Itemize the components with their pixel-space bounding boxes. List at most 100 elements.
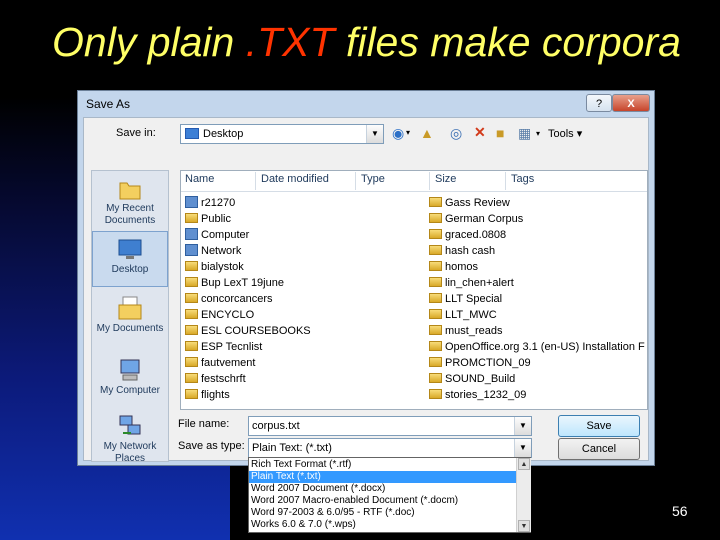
item-label: ENCYCLO	[201, 309, 255, 321]
list-item[interactable]: stories_1232_09	[429, 387, 526, 403]
desktop-folder-icon	[185, 128, 199, 139]
folder-icon	[429, 293, 442, 303]
list-item[interactable]: ESP Tecnlist	[185, 339, 262, 355]
up-folder-icon[interactable]: ▲	[420, 125, 434, 141]
column-header-type[interactable]: Type	[361, 173, 385, 185]
column-divider[interactable]	[505, 172, 506, 190]
views-icon[interactable]: ▦	[518, 125, 531, 141]
column-header-tags[interactable]: Tags	[511, 173, 534, 185]
column-divider[interactable]	[355, 172, 356, 190]
item-label: LLT_MWC	[445, 309, 497, 321]
type-dropdown-list[interactable]: Rich Text Format (*.rtf) Plain Text (*.t…	[248, 457, 531, 533]
type-option-selected[interactable]: Plain Text (*.txt)	[249, 471, 516, 483]
item-label: hash cash	[445, 245, 496, 257]
list-item[interactable]: concorcancers	[185, 291, 273, 307]
list-item[interactable]: Public	[185, 211, 231, 227]
item-label: Gass Review	[445, 197, 510, 209]
folder-icon	[429, 389, 442, 399]
title-part-2: files make corpora	[334, 19, 681, 65]
places-bar: My Recent Documents Desktop My Documents…	[91, 170, 169, 464]
list-item[interactable]: ESL COURSEBOOKS	[185, 323, 311, 339]
place-desktop[interactable]: Desktop	[92, 231, 168, 287]
save-button[interactable]: Save	[558, 415, 640, 437]
folder-icon	[429, 213, 442, 223]
list-item[interactable]: lin_chen+alert	[429, 275, 514, 291]
list-item[interactable]: LLT Special	[429, 291, 502, 307]
place-my-documents[interactable]: My Documents	[92, 291, 168, 347]
back-icon[interactable]: ◉	[392, 125, 404, 141]
type-option[interactable]: Works 6.0 & 7.0 (*.wps)	[249, 519, 516, 531]
search-web-icon[interactable]: ◎	[450, 125, 462, 141]
list-item[interactable]: SOUND_Build	[429, 371, 515, 387]
dialog-body: Save in: Desktop ▼ ◉ ▾ ▲ ◎ ✕ ■ ▦ ▾ Tools…	[83, 117, 649, 464]
type-option[interactable]: Rich Text Format (*.rtf)	[249, 459, 516, 471]
list-item[interactable]: ENCYCLO	[185, 307, 254, 323]
list-item[interactable]: bialystok	[185, 259, 244, 275]
user-folder-icon	[185, 196, 198, 208]
scroll-down-icon[interactable]: ▼	[518, 520, 530, 532]
chevron-down-icon[interactable]: ▼	[514, 417, 531, 435]
item-label: concorcancers	[201, 293, 273, 305]
tools-menu[interactable]: Tools ▾	[548, 127, 582, 140]
help-button[interactable]: ?	[586, 94, 612, 112]
header-divider	[181, 191, 647, 192]
list-item[interactable]: PROMCTION_09	[429, 355, 531, 371]
column-header-name[interactable]: Name	[185, 173, 214, 185]
delete-icon[interactable]: ✕	[474, 124, 486, 140]
column-divider[interactable]	[429, 172, 430, 190]
list-item[interactable]: Gass Review	[429, 195, 510, 211]
place-network[interactable]: My Network Places	[92, 409, 168, 464]
cancel-button[interactable]: Cancel	[558, 438, 640, 460]
folder-icon	[185, 309, 198, 319]
folder-icon	[185, 277, 198, 287]
list-item[interactable]: OpenOffice.org 3.1 (en-US) Installation …	[429, 339, 645, 355]
type-option[interactable]: Word 2007 Macro-enabled Document (*.docm…	[249, 495, 516, 507]
list-item[interactable]: graced.0808	[429, 227, 506, 243]
item-label: ESL COURSEBOOKS	[201, 325, 311, 337]
scroll-up-icon[interactable]: ▲	[518, 458, 530, 470]
close-button[interactable]: X	[612, 94, 650, 112]
back-dropdown-icon[interactable]: ▾	[406, 125, 410, 141]
folder-icon	[429, 277, 442, 287]
folder-icon	[429, 341, 442, 351]
item-label: homos	[445, 261, 479, 273]
slide-title: Only plain .TXT files make corpora	[52, 18, 681, 66]
item-label: bialystok	[201, 261, 244, 273]
list-item[interactable]: Computer	[185, 227, 249, 243]
column-header-size[interactable]: Size	[435, 173, 456, 185]
column-divider[interactable]	[255, 172, 256, 190]
list-item[interactable]: must_reads	[429, 323, 502, 339]
my-computer-icon	[117, 357, 143, 383]
place-recent[interactable]: My Recent Documents	[92, 171, 168, 229]
place-my-computer[interactable]: My Computer	[92, 353, 168, 407]
item-label: flights	[201, 389, 230, 401]
list-item[interactable]: festschrft	[185, 371, 246, 387]
type-option[interactable]: Word 97-2003 & 6.0/95 - RTF (*.doc)	[249, 507, 516, 519]
list-item[interactable]: homos	[429, 259, 478, 275]
folder-icon	[185, 341, 198, 351]
new-folder-icon[interactable]: ■	[496, 125, 504, 141]
list-item[interactable]: flights	[185, 387, 230, 403]
item-label: Network	[201, 245, 242, 257]
views-dropdown-icon[interactable]: ▾	[536, 126, 540, 142]
list-item[interactable]: fautvement	[185, 355, 255, 371]
column-header-date[interactable]: Date modified	[261, 173, 329, 185]
folder-icon	[185, 261, 198, 271]
type-option[interactable]: Word 2007 Document (*.docx)	[249, 483, 516, 495]
file-name-input[interactable]: corpus.txt ▼	[248, 416, 532, 436]
save-as-type-select[interactable]: Plain Text: (*.txt) ▼	[248, 438, 532, 458]
list-item[interactable]: LLT_MWC	[429, 307, 497, 323]
list-item[interactable]: German Corpus	[429, 211, 523, 227]
save-in-combo[interactable]: Desktop ▼	[180, 124, 384, 144]
list-item[interactable]: hash cash	[429, 243, 495, 259]
list-item[interactable]: Bup LexT 19june	[185, 275, 284, 291]
folder-icon	[185, 293, 198, 303]
file-list[interactable]: Name Date modified Type Size Tags r21270…	[180, 170, 648, 410]
chevron-down-icon[interactable]: ▼	[366, 125, 383, 143]
item-label: PROMCTION_09	[445, 357, 531, 369]
item-label: OpenOffice.org 3.1 (en-US) Installation …	[445, 341, 645, 353]
list-item[interactable]: Network	[185, 243, 241, 259]
chevron-down-icon[interactable]: ▼	[514, 439, 531, 457]
dropdown-scrollbar[interactable]: ▲ ▼	[516, 458, 531, 532]
list-item[interactable]: r21270	[185, 195, 235, 211]
